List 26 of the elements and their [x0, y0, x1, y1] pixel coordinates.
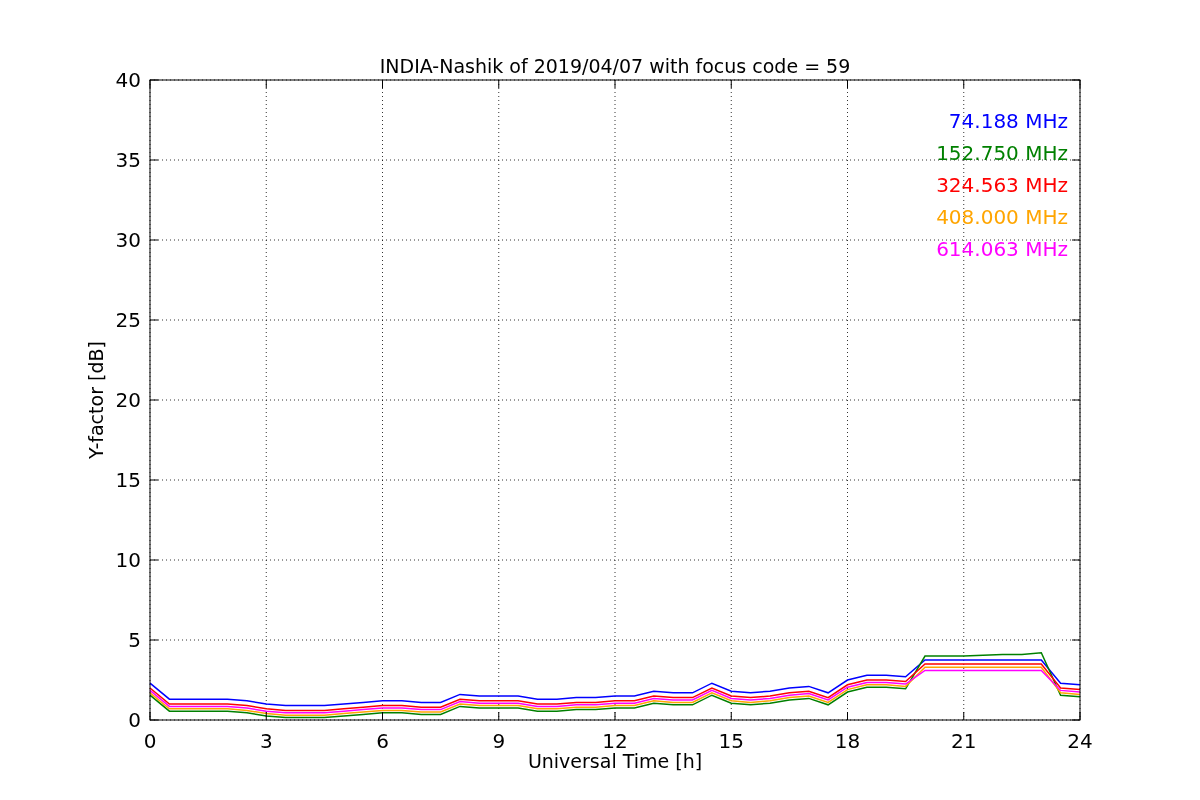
- chart-title: INDIA-Nashik of 2019/04/07 with focus code = 59: [379, 55, 851, 77]
- legend-label: 152.750 MHz: [936, 141, 1068, 165]
- tick-label: 9: [492, 729, 506, 753]
- tick-label: 5: [128, 628, 141, 652]
- tick-label: 15: [115, 468, 141, 492]
- tick-label: 25: [115, 308, 141, 332]
- legend-label: 324.563 MHz: [936, 173, 1068, 197]
- tick-label: 24: [1067, 729, 1093, 753]
- tick-label: 30: [115, 228, 141, 252]
- tick-label: 15: [718, 729, 744, 753]
- axis-label: Universal Time [h]: [527, 750, 703, 772]
- legend-label: 614.063 MHz: [936, 237, 1068, 261]
- tick-label: 35: [115, 148, 141, 172]
- tick-label: 20: [115, 388, 141, 412]
- tick-label: 0: [143, 729, 157, 753]
- tick-label: 3: [259, 729, 273, 753]
- legend-label: 408.000 MHz: [936, 205, 1068, 229]
- tick-label: 21: [951, 729, 977, 753]
- tick-label: 12: [602, 729, 628, 753]
- tick-label: 0: [128, 708, 141, 732]
- tick-label: 6: [376, 729, 389, 753]
- tick-label: 10: [115, 548, 141, 572]
- axis-label: Y-factor [dB]: [85, 341, 107, 459]
- tick-label: 18: [834, 729, 861, 753]
- tick-label: 40: [115, 68, 141, 92]
- legend-label: 74.188 MHz: [948, 109, 1068, 133]
